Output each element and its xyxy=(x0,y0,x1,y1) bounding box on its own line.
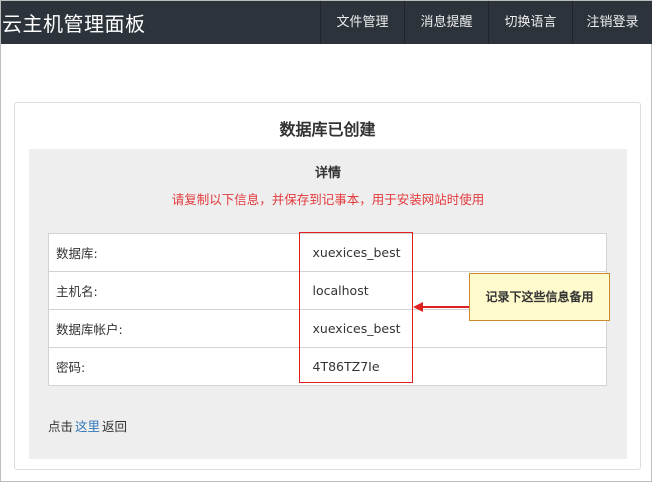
annotation-arrow xyxy=(421,306,469,308)
back-suffix: 返回 xyxy=(102,419,128,434)
annotation-callout: 记录下这些信息备用 xyxy=(469,273,610,321)
details-heading: 详情 xyxy=(314,166,341,181)
row-label: 主机名: xyxy=(48,271,313,310)
nav-file-manager[interactable]: 文件管理 xyxy=(321,1,404,44)
arrow-head-icon xyxy=(413,302,423,312)
back-prefix: 点击 xyxy=(48,419,74,434)
panel-title: 数据库已创建 xyxy=(279,120,376,139)
highlight-box xyxy=(299,232,413,383)
row-label: 数据库帐户: xyxy=(48,309,313,348)
nav-logout[interactable]: 注销登录 xyxy=(573,1,652,44)
back-line: 点击 这里 返回 xyxy=(48,416,127,435)
top-navbar: 云主机管理面板 文件管理 消息提醒 切换语言 注销登录 xyxy=(1,1,652,44)
copy-warning: 请复制以下信息，并保存到记事本，用于安装网站时使用 xyxy=(171,192,485,207)
row-label: 数据库: xyxy=(56,246,98,261)
brand-title: 云主机管理面板 xyxy=(2,12,146,36)
nav-switch-language[interactable]: 切换语言 xyxy=(489,1,572,44)
nav-messages[interactable]: 消息提醒 xyxy=(405,1,488,44)
row-label: 密码: xyxy=(48,347,313,386)
back-link[interactable]: 这里 xyxy=(75,419,100,434)
page: 云主机管理面板 文件管理 消息提醒 切换语言 注销登录 数据库已创建 详情 请复… xyxy=(0,0,652,482)
